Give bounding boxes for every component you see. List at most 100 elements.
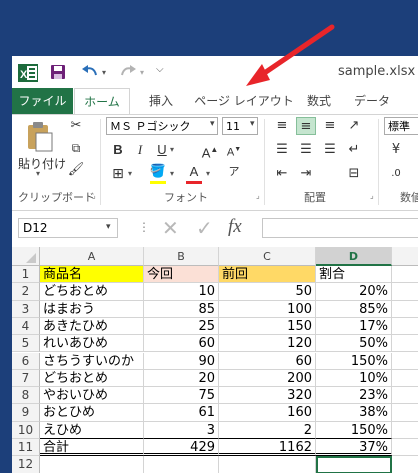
cell-a-6[interactable]: さちうすいのか xyxy=(40,352,144,370)
cell-c-4[interactable]: 150 xyxy=(219,317,316,336)
row-header[interactable]: 9 xyxy=(12,404,40,422)
cell-d-12[interactable] xyxy=(316,456,392,473)
font-launcher-icon[interactable]: ⌟ xyxy=(256,191,260,200)
cell-c-3[interactable]: 100 xyxy=(219,300,316,318)
cell-a-9[interactable]: おとひめ xyxy=(40,404,144,422)
column-header-a[interactable]: A xyxy=(40,247,144,266)
cell-a-5[interactable]: れいあひめ xyxy=(40,335,144,353)
cell-e-5[interactable] xyxy=(392,335,418,353)
cell-c-9[interactable]: 160 xyxy=(219,404,316,422)
currency-format-icon[interactable]: ¥ xyxy=(386,141,406,159)
cell-e-3[interactable] xyxy=(392,301,418,318)
row-header[interactable]: 4 xyxy=(12,317,40,336)
cell-d-9[interactable]: 38% xyxy=(316,404,392,422)
row-header[interactable]: 11 xyxy=(12,439,40,457)
decrease-font-size-icon[interactable]: A▼ xyxy=(224,141,244,159)
formula-bar-grip-icon[interactable]: ⋮ xyxy=(138,220,150,234)
row-header[interactable]: 10 xyxy=(12,421,40,439)
cell-d-2[interactable]: 20% xyxy=(316,283,392,301)
cell-b-1[interactable]: 今回 xyxy=(144,266,219,284)
cell-b-2[interactable]: 10 xyxy=(144,283,219,301)
cell-d-6[interactable]: 150% xyxy=(316,352,392,370)
undo-icon[interactable] xyxy=(80,63,100,81)
cell-b-8[interactable]: 75 xyxy=(144,387,219,405)
orientation-icon[interactable]: ↗ xyxy=(344,117,364,135)
font-color-icon[interactable]: A xyxy=(184,163,204,181)
align-right-icon[interactable]: ☰ xyxy=(320,141,340,159)
cell-c-1[interactable]: 前回 xyxy=(219,266,316,284)
alignment-launcher-icon[interactable]: ⌟ xyxy=(370,191,374,200)
cell-d-8[interactable]: 23% xyxy=(316,387,392,405)
cell-c-5[interactable]: 120 xyxy=(219,335,316,353)
cell-b-11[interactable]: 429 xyxy=(144,439,219,457)
cell-c-12[interactable] xyxy=(219,456,316,473)
cell-e-2[interactable] xyxy=(392,283,418,301)
format-painter-icon[interactable]: 🖌 xyxy=(66,161,86,179)
cell-d-5[interactable]: 50% xyxy=(316,335,392,353)
copy-icon[interactable]: ⧉ xyxy=(66,139,86,157)
cancel-entry-icon[interactable]: ✕ xyxy=(162,216,179,240)
borders-icon[interactable]: ⊞ xyxy=(108,165,128,183)
cell-e-11[interactable] xyxy=(392,439,418,457)
cell-a-10[interactable]: えひめ xyxy=(40,421,144,439)
align-top-icon[interactable]: ≡ xyxy=(272,117,292,135)
cell-a-3[interactable]: はまおう xyxy=(40,300,144,318)
align-left-icon[interactable]: ☰ xyxy=(272,141,292,159)
cell-a-1[interactable]: 商品名 xyxy=(40,266,144,284)
save-icon[interactable] xyxy=(50,64,66,80)
paste-button[interactable]: 貼り付け ▾ xyxy=(18,119,66,178)
tab-insert[interactable]: 挿入 xyxy=(142,88,180,114)
wrap-text-icon[interactable]: ↵ xyxy=(344,141,364,159)
cell-a-7[interactable]: どちおとめ xyxy=(40,369,144,388)
redo-dropdown-icon[interactable]: ▾ xyxy=(140,68,144,77)
column-header-c[interactable]: C xyxy=(219,247,316,266)
tab-page-layout[interactable]: ページ レイアウト xyxy=(192,88,296,114)
underline-dropdown-icon[interactable]: ▾ xyxy=(170,145,174,154)
cell-a-11[interactable]: 合計 xyxy=(40,439,144,457)
increase-indent-icon[interactable]: ⇥ xyxy=(296,165,316,183)
cell-d-1[interactable]: 割合 xyxy=(316,266,392,284)
cell-a-4[interactable]: あきたひめ xyxy=(40,317,144,336)
cell-c-7[interactable]: 200 xyxy=(219,369,316,388)
cell-e-7[interactable] xyxy=(392,370,418,388)
number-format-combo[interactable]: 標準 xyxy=(384,117,418,135)
name-box[interactable]: D12 xyxy=(18,218,118,238)
cell-c-2[interactable]: 50 xyxy=(219,283,316,301)
cell-d-3[interactable]: 85% xyxy=(316,300,392,318)
cell-b-5[interactable]: 60 xyxy=(144,335,219,353)
confirm-entry-icon[interactable]: ✓ xyxy=(196,216,213,240)
cell-c-6[interactable]: 60 xyxy=(219,352,316,370)
row-header[interactable]: 2 xyxy=(12,283,40,301)
font-color-dropdown-icon[interactable]: ▾ xyxy=(206,169,210,178)
fill-color-dropdown-icon[interactable]: ▾ xyxy=(170,169,174,178)
cell-e-12[interactable] xyxy=(392,456,418,473)
font-size-dropdown-icon[interactable]: ▾ xyxy=(250,119,255,129)
cell-a-8[interactable]: やおいひめ xyxy=(40,387,144,405)
cut-icon[interactable]: ✂ xyxy=(66,117,86,135)
redo-icon[interactable] xyxy=(118,63,138,81)
tab-home[interactable]: ホーム xyxy=(74,88,130,115)
font-name-dropdown-icon[interactable]: ▾ xyxy=(210,119,215,129)
cell-b-7[interactable]: 20 xyxy=(144,369,219,388)
cell-d-7[interactable]: 10% xyxy=(316,369,392,388)
cell-b-10[interactable]: 3 xyxy=(144,421,219,439)
decrease-indent-icon[interactable]: ⇤ xyxy=(272,165,292,183)
cell-c-11[interactable]: 1162 xyxy=(219,439,316,457)
underline-button[interactable]: U xyxy=(152,141,172,159)
row-header[interactable]: 3 xyxy=(12,300,40,318)
cell-d-11[interactable]: 37% xyxy=(316,439,392,457)
cell-b-9[interactable]: 61 xyxy=(144,404,219,422)
row-header[interactable]: 1 xyxy=(12,266,40,284)
increase-font-size-icon[interactable]: A▲ xyxy=(200,141,220,160)
tab-formulas[interactable]: 数式 xyxy=(300,88,338,114)
bold-button[interactable]: B xyxy=(108,141,128,159)
row-header[interactable]: 12 xyxy=(12,456,40,473)
cell-a-12[interactable] xyxy=(40,456,144,473)
tab-file[interactable]: ファイル xyxy=(12,88,73,114)
borders-dropdown-icon[interactable]: ▾ xyxy=(128,169,132,178)
cell-c-8[interactable]: 320 xyxy=(219,387,316,405)
cell-e-10[interactable] xyxy=(392,422,418,439)
font-name-combo[interactable]: ＭＳ Ｐゴシック xyxy=(106,117,218,135)
select-all-corner[interactable] xyxy=(12,247,40,266)
cell-b-6[interactable]: 90 xyxy=(144,352,219,370)
